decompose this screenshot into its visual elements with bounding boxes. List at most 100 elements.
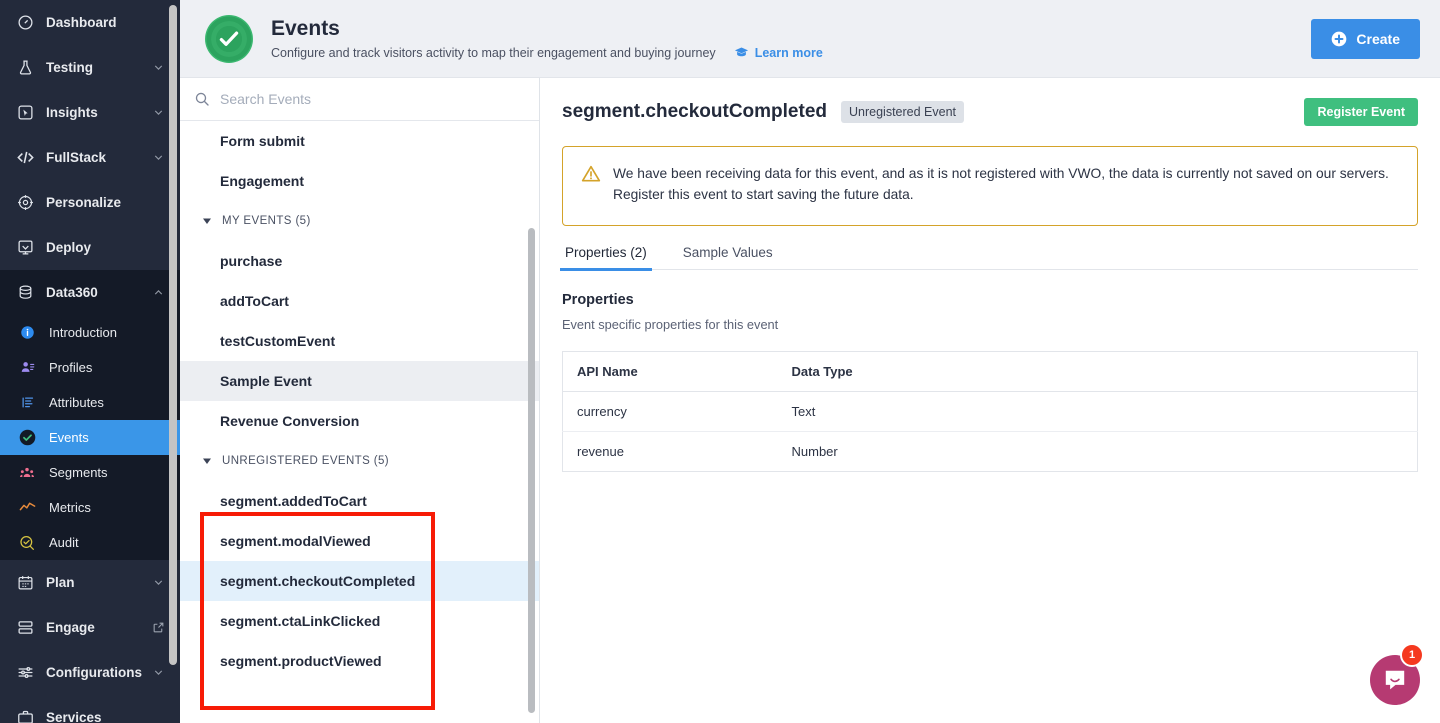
sidebar-item-fullstack[interactable]: FullStack xyxy=(0,135,180,180)
search-icon xyxy=(194,91,210,107)
event-list-item-segment-productviewed[interactable]: segment.productViewed xyxy=(180,641,539,681)
body-split: Form submit Engagement MY EVENTS (5) pur… xyxy=(180,78,1440,723)
event-list-item-segment-modalviewed[interactable]: segment.modalViewed xyxy=(180,521,539,561)
check-circle-icon xyxy=(17,428,37,448)
sidebar-item-testing[interactable]: Testing xyxy=(0,45,180,90)
sidebar-item-audit[interactable]: Audit xyxy=(0,525,180,560)
flask-icon xyxy=(14,57,36,79)
sliders-icon xyxy=(14,662,36,684)
sidebar-item-label: Services xyxy=(46,710,102,723)
warning-text: We have been receiving data for this eve… xyxy=(613,166,1389,203)
detail-tabs: Properties (2) Sample Values xyxy=(560,245,1418,271)
target-icon xyxy=(14,192,36,214)
chevron-down-icon[interactable] xyxy=(150,575,166,591)
table-header-row: API Name Data Type xyxy=(562,351,1418,392)
properties-section-subtitle: Event specific properties for this event xyxy=(562,317,779,332)
page-subtitle: Configure and track visitors activity to… xyxy=(271,45,716,60)
search-input[interactable] xyxy=(220,91,525,107)
sidebar-item-label: Dashboard xyxy=(46,15,117,30)
sidebar-item-label: Audit xyxy=(49,535,79,550)
sidebar-item-configurations[interactable]: Configurations xyxy=(0,650,180,695)
sidebar-item-label: Personalize xyxy=(46,195,122,210)
sidebar-item-label: Introduction xyxy=(49,325,117,340)
event-group-my-events[interactable]: MY EVENTS (5) xyxy=(180,201,539,241)
sidebar-item-deploy[interactable]: Deploy xyxy=(0,225,180,270)
sidebar-item-label: Configurations xyxy=(46,665,142,680)
sidebar-item-events[interactable]: Events xyxy=(0,420,180,455)
table-row: currency Text xyxy=(562,391,1418,432)
event-detail-title: segment.checkoutCompleted xyxy=(562,101,827,122)
sidebar-item-label: Attributes xyxy=(49,395,104,410)
tab-properties[interactable]: Properties (2) xyxy=(560,245,652,271)
event-list-item-engagement[interactable]: Engagement xyxy=(180,161,539,201)
chevron-up-icon[interactable] xyxy=(150,285,166,301)
page-header-texts: Events Configure and track visitors acti… xyxy=(271,17,1311,60)
event-list-item-revenue-conversion[interactable]: Revenue Conversion xyxy=(180,401,539,441)
column-header-data-type: Data Type xyxy=(777,351,1418,392)
engage-icon xyxy=(14,617,36,639)
event-group-label: MY EVENTS (5) xyxy=(222,215,311,227)
cell-data-type: Text xyxy=(777,391,1418,432)
sidebar-item-personalize[interactable]: Personalize xyxy=(0,180,180,225)
metrics-icon xyxy=(17,498,37,518)
sidebar-item-label: Profiles xyxy=(49,360,93,375)
info-icon xyxy=(17,323,37,343)
event-list-item-addtocart[interactable]: addToCart xyxy=(180,281,539,321)
properties-section-title: Properties xyxy=(562,292,634,308)
sidebar-item-label: Data360 xyxy=(46,285,98,300)
left-navigation: Dashboard Testing Insights FullStack Per… xyxy=(0,0,180,723)
create-button[interactable]: Create xyxy=(1311,18,1420,59)
event-list-item-testcustomevent[interactable]: testCustomEvent xyxy=(180,321,539,361)
chevron-down-icon[interactable] xyxy=(150,150,166,166)
chevron-down-icon[interactable] xyxy=(150,105,166,121)
event-list-item-purchase[interactable]: purchase xyxy=(180,241,539,281)
events-badge-icon xyxy=(205,14,253,63)
sidebar-item-label: Plan xyxy=(46,575,75,590)
deploy-icon xyxy=(14,237,36,259)
sidebar-scrollbar[interactable] xyxy=(169,5,177,665)
calendar-icon xyxy=(14,572,36,594)
sidebar-item-label: Insights xyxy=(46,105,98,120)
nav-scroll-container: Dashboard Testing Insights FullStack Per… xyxy=(0,0,180,723)
sidebar-item-segments[interactable]: Segments xyxy=(0,455,180,490)
chevron-down-icon[interactable] xyxy=(150,60,166,76)
properties-table: API Name Data Type currency Text revenue… xyxy=(562,351,1418,472)
sidebar-item-profiles[interactable]: Profiles xyxy=(0,350,180,385)
events-list: Form submit Engagement MY EVENTS (5) pur… xyxy=(180,121,539,723)
cell-api-name: currency xyxy=(562,391,778,432)
sidebar-item-services[interactable]: Services xyxy=(0,695,180,723)
event-list-item-segment-addedtocart[interactable]: segment.addedToCart xyxy=(180,481,539,521)
graduation-cap-icon xyxy=(734,45,749,60)
sidebar-item-data360[interactable]: Data360 xyxy=(0,270,180,315)
sidebar-item-insights[interactable]: Insights xyxy=(0,90,180,135)
register-event-button[interactable]: Register Event xyxy=(1304,98,1418,126)
sidebar-item-engage[interactable]: Engage xyxy=(0,605,180,650)
event-list-item-segment-checkoutcompleted[interactable]: segment.checkoutCompleted xyxy=(180,561,539,601)
events-list-panel: Form submit Engagement MY EVENTS (5) pur… xyxy=(180,78,540,723)
chevron-down-icon[interactable] xyxy=(150,665,166,681)
tab-sample-values[interactable]: Sample Values xyxy=(680,245,776,269)
sidebar-item-plan[interactable]: Plan xyxy=(0,560,180,605)
cell-api-name: revenue xyxy=(577,444,624,459)
warning-triangle-icon xyxy=(581,163,601,189)
sidebar-item-introduction[interactable]: Introduction xyxy=(0,315,180,350)
main-region: Events Configure and track visitors acti… xyxy=(180,0,1440,723)
event-group-unregistered-events[interactable]: UNREGISTERED EVENTS (5) xyxy=(180,441,539,481)
learn-more-link[interactable]: Learn more xyxy=(734,45,823,60)
sidebar-item-metrics[interactable]: Metrics xyxy=(0,490,180,525)
properties-table-head: API Name Data Type xyxy=(562,351,1418,392)
sidebar-item-attributes[interactable]: Attributes xyxy=(0,385,180,420)
event-list-item-segment-ctalinkclicked[interactable]: segment.ctaLinkClicked xyxy=(180,601,539,641)
external-link-icon[interactable] xyxy=(150,620,166,636)
plus-circle-icon xyxy=(1331,31,1347,47)
event-group-label: UNREGISTERED EVENTS (5) xyxy=(222,455,390,467)
code-icon xyxy=(14,147,36,169)
events-list-scrollbar[interactable] xyxy=(528,228,535,713)
event-list-item-sample-event[interactable]: Sample Event xyxy=(180,361,539,401)
event-list-item-form-submit[interactable]: Form submit xyxy=(180,121,539,161)
intercom-unread-badge: 1 xyxy=(1400,643,1424,667)
audit-icon xyxy=(17,533,37,553)
triangle-down-icon xyxy=(202,456,212,466)
sidebar-item-dashboard[interactable]: Dashboard xyxy=(0,0,180,45)
status-badge: Unregistered Event xyxy=(841,101,965,123)
